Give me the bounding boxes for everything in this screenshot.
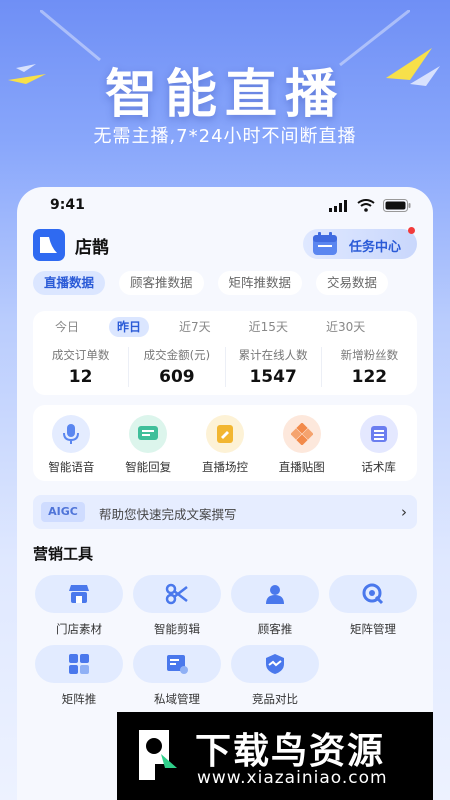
metric-value: 122 bbox=[351, 367, 388, 387]
watermark-url: www.xiazainiao.com bbox=[197, 768, 388, 788]
hero-title: 智能直播 bbox=[104, 65, 345, 125]
app-header: 店鹊 任务中心 bbox=[17, 225, 433, 265]
metric-label: 累计在线人数 bbox=[238, 348, 308, 362]
watermark: 下载鸟资源 www.xiazainiao.com bbox=[117, 712, 433, 800]
aigc-badge: AIGC bbox=[41, 502, 85, 522]
metric-value: 609 bbox=[159, 367, 195, 387]
matrix-manage-icon bbox=[362, 583, 384, 605]
task-center-label: 任务中心 bbox=[349, 240, 402, 255]
metric-value: 1547 bbox=[249, 367, 297, 387]
tool-label: 矩阵管理 bbox=[350, 622, 396, 636]
tab-customer-push-data[interactable]: 顾客推数据 bbox=[119, 271, 204, 295]
range-30-days[interactable]: 近30天 bbox=[318, 317, 373, 337]
notification-dot bbox=[408, 227, 415, 234]
metric-online-users: 累计在线人数 1547 bbox=[226, 347, 322, 387]
tool-matrix-manage[interactable]: 矩阵管理 bbox=[327, 575, 419, 637]
app-name: 店鹊 bbox=[75, 238, 109, 258]
tool-label: 智能剪辑 bbox=[154, 622, 200, 636]
watermark-text: 下载鸟资源 bbox=[195, 731, 386, 772]
tool-label: 私域管理 bbox=[154, 692, 200, 706]
data-tabs: 直播数据 顾客推数据 矩阵推数据 交易数据 bbox=[33, 271, 389, 295]
app-logo bbox=[33, 229, 65, 261]
func-label: 直播场控 bbox=[201, 460, 248, 474]
task-center-button[interactable]: 任务中心 bbox=[303, 227, 417, 259]
sticker-icon bbox=[290, 423, 313, 445]
metric-new-fans: 新增粉丝数 122 bbox=[322, 347, 417, 387]
tool-matrix-push[interactable]: 矩阵推 bbox=[33, 645, 125, 707]
func-live-control[interactable]: 直播场控 bbox=[187, 405, 264, 481]
library-icon bbox=[370, 426, 387, 442]
compare-icon bbox=[266, 654, 284, 674]
tool-label: 顾客推 bbox=[257, 622, 293, 636]
tab-matrix-push-data[interactable]: 矩阵推数据 bbox=[217, 271, 303, 295]
metric-label: 成交订单数 bbox=[51, 348, 110, 362]
metric-amount: 成交金额(元) 609 bbox=[129, 347, 226, 387]
battery-icon bbox=[383, 199, 411, 212]
tool-smart-edit[interactable]: 智能剪辑 bbox=[131, 575, 223, 637]
marketing-title: 营销工具 bbox=[33, 545, 94, 563]
tool-competitor-compare[interactable]: 竞品对比 bbox=[229, 645, 321, 707]
aigc-text: 帮助您快速完成文案撰写 bbox=[99, 507, 237, 522]
metric-label: 新增粉丝数 bbox=[340, 348, 399, 362]
store-icon bbox=[69, 585, 89, 603]
func-smart-reply[interactable]: 智能回复 bbox=[110, 405, 187, 481]
status-time: 9:41 bbox=[50, 197, 85, 213]
range-15-days[interactable]: 近15天 bbox=[241, 317, 296, 337]
func-label: 智能语音 bbox=[48, 460, 95, 474]
chevron-right-icon: › bbox=[401, 503, 407, 521]
tool-label: 竞品对比 bbox=[252, 692, 298, 706]
control-icon bbox=[216, 425, 233, 443]
phone-mockup: 9:41 店鹊 任务中心 直播数据 顾客推数据 矩阵推数据 交易数据 今日 昨日… bbox=[17, 187, 433, 800]
wifi-icon bbox=[357, 199, 375, 212]
grid-icon bbox=[69, 654, 89, 674]
scissors-icon bbox=[165, 583, 188, 605]
metric-value: 12 bbox=[68, 367, 93, 387]
tab-trade-data[interactable]: 交易数据 bbox=[316, 271, 389, 295]
microphone-icon bbox=[63, 424, 80, 444]
func-label: 直播贴图 bbox=[278, 460, 325, 474]
tool-store-material[interactable]: 门店素材 bbox=[33, 575, 125, 637]
signal-icon bbox=[329, 199, 347, 212]
tab-live-data[interactable]: 直播数据 bbox=[33, 271, 106, 295]
func-script-library[interactable]: 话术库 bbox=[340, 405, 417, 481]
range-today[interactable]: 今日 bbox=[47, 317, 87, 337]
date-range-selector: 今日 昨日 近7天 近15天 近30天 bbox=[47, 317, 373, 337]
private-domain-icon bbox=[167, 655, 188, 674]
metric-label: 成交金额(元) bbox=[143, 348, 211, 362]
calendar-icon bbox=[313, 232, 337, 255]
status-bar: 9:41 bbox=[17, 187, 433, 225]
hero-banner: 智能直播 无需主播,7*24小时不间断直播 bbox=[0, 0, 450, 175]
metric-orders: 成交订单数 12 bbox=[33, 347, 130, 387]
range-7-days[interactable]: 近7天 bbox=[171, 317, 219, 337]
range-yesterday[interactable]: 昨日 bbox=[109, 317, 150, 337]
hero-subtitle: 无需主播,7*24小时不间断直播 bbox=[93, 126, 357, 147]
tool-label: 门店素材 bbox=[56, 622, 102, 636]
aigc-banner[interactable]: AIGC 帮助您快速完成文案撰写 › bbox=[33, 495, 417, 529]
func-smart-voice[interactable]: 智能语音 bbox=[33, 405, 110, 481]
func-live-sticker[interactable]: 直播贴图 bbox=[263, 405, 340, 481]
func-label: 话术库 bbox=[361, 460, 396, 474]
func-label: 智能回复 bbox=[125, 460, 172, 474]
tool-customer-push[interactable]: 顾客推 bbox=[229, 575, 321, 637]
live-functions: 智能语音 智能回复 直播场控 直播贴图 话术库 bbox=[33, 405, 417, 481]
tool-label: 矩阵推 bbox=[61, 692, 97, 706]
metrics-row: 成交订单数 12 成交金额(元) 609 累计在线人数 1547 新增粉丝数 1… bbox=[33, 347, 417, 387]
stats-card: 今日 昨日 近7天 近15天 近30天 成交订单数 12 成交金额(元) 609… bbox=[33, 311, 417, 395]
user-icon bbox=[266, 585, 284, 604]
tool-private-domain[interactable]: 私域管理 bbox=[131, 645, 223, 707]
watermark-logo bbox=[139, 730, 177, 780]
reply-icon bbox=[138, 426, 159, 440]
